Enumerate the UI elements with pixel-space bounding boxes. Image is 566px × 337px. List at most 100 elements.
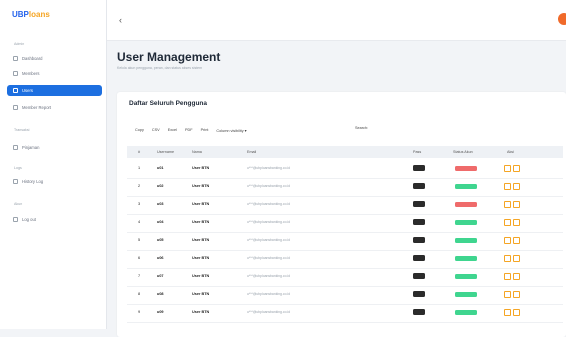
csv-button[interactable]: CSV (152, 128, 160, 133)
row-username: u09 (157, 310, 164, 314)
edit-icon[interactable] (504, 290, 511, 298)
row-name: User BTN (192, 238, 210, 242)
row-email: u***@ubploansbanking.co.id (247, 256, 291, 260)
loan-icon (13, 145, 18, 150)
row-number: 2 (138, 184, 141, 188)
row-email: u***@ubploansbanking.co.id (247, 220, 291, 224)
password-mask (413, 273, 425, 279)
row-email: u***@ubploansbanking.co.id (247, 274, 291, 278)
row-email: u***@ubploansbanking.co.id (247, 184, 291, 188)
column-visibility-button[interactable]: Column visibility ▾ (216, 128, 246, 133)
sidebar: UBPloans Admin Dashboard Members Users M… (0, 0, 107, 329)
status-badge (455, 291, 477, 297)
delete-icon[interactable] (513, 254, 520, 262)
password-mask (413, 165, 425, 171)
delete-icon[interactable] (513, 164, 520, 172)
sidebar-section-admin: Admin (14, 42, 25, 46)
users-card: Daftar Seluruh Pengguna Copy CSV Excel P… (117, 92, 566, 337)
delete-icon[interactable] (513, 272, 520, 280)
sidebar-item-logout[interactable]: Log out (7, 214, 102, 225)
row-name: User BTN (192, 166, 210, 170)
row-name: User BTN (192, 202, 210, 206)
row-number: 5 (138, 238, 141, 242)
print-button[interactable]: Print (201, 128, 209, 133)
delete-icon[interactable] (513, 182, 520, 190)
delete-icon[interactable] (513, 236, 520, 244)
column-header-username[interactable]: Username (157, 150, 174, 154)
table-row: 5 u05 User BTN u***@ubploansbanking.co.id (127, 232, 563, 251)
row-email: u***@ubploansbanking.co.id (247, 292, 291, 296)
avatar[interactable] (558, 13, 566, 25)
row-email: u***@ubploansbanking.co.id (247, 166, 291, 170)
row-number: 4 (138, 220, 141, 224)
status-badge (455, 255, 477, 261)
row-name: User BTN (192, 256, 210, 260)
sidebar-item-pinjaman[interactable]: Pinjaman (7, 142, 102, 153)
sidebar-item-users[interactable]: Users (7, 85, 102, 96)
table-toolbar: Copy CSV Excel PDF Print Column visibili… (135, 128, 247, 133)
search-label: Search: (355, 126, 369, 130)
edit-icon[interactable] (504, 218, 511, 226)
row-number: 3 (138, 202, 141, 206)
row-username: u08 (157, 292, 164, 296)
copy-button[interactable]: Copy (135, 128, 144, 133)
edit-icon[interactable] (504, 164, 511, 172)
sidebar-item-history-log[interactable]: History Log (7, 176, 102, 187)
edit-icon[interactable] (504, 200, 511, 208)
row-email: u***@ubploansbanking.co.id (247, 202, 291, 206)
sidebar-item-members[interactable]: Members (7, 68, 102, 79)
column-header-status[interactable]: Status Akun (453, 150, 473, 154)
password-mask (413, 201, 425, 207)
edit-icon[interactable] (504, 254, 511, 262)
column-header-email[interactable]: Email (247, 150, 256, 154)
table-title: Daftar Seluruh Pengguna (129, 100, 208, 107)
password-mask (413, 237, 425, 243)
row-name: User BTN (192, 220, 210, 224)
edit-icon[interactable] (504, 182, 511, 190)
row-number: 6 (138, 256, 141, 260)
row-email: u***@ubploansbanking.co.id (247, 238, 291, 242)
topbar: ‹ (107, 0, 566, 41)
row-name: User BTN (192, 292, 210, 296)
column-header-pass[interactable]: Pass (413, 150, 421, 154)
status-badge (455, 201, 477, 207)
password-mask (413, 255, 425, 261)
row-username: u04 (157, 220, 164, 224)
status-badge (455, 183, 477, 189)
row-username: u06 (157, 256, 164, 260)
row-username: u02 (157, 184, 164, 188)
column-header-aksi[interactable]: Aksi (507, 150, 514, 154)
password-mask (413, 219, 425, 225)
edit-icon[interactable] (504, 236, 511, 244)
excel-button[interactable]: Excel (168, 128, 177, 133)
table-row: 9 u09 User BTN u***@ubploansbanking.co.id (127, 304, 563, 323)
sidebar-item-dashboard[interactable]: Dashboard (7, 53, 102, 64)
sidebar-section-transaksi: Transaksi (14, 128, 30, 132)
edit-icon[interactable] (504, 308, 511, 316)
delete-icon[interactable] (513, 290, 520, 298)
table-row: 8 u08 User BTN u***@ubploansbanking.co.id (127, 286, 563, 305)
pdf-button[interactable]: PDF (185, 128, 193, 133)
table-row: 6 u06 User BTN u***@ubploansbanking.co.id (127, 250, 563, 269)
edit-icon[interactable] (504, 272, 511, 280)
password-mask (413, 291, 425, 297)
column-header-no[interactable]: # (138, 150, 140, 154)
dashboard-icon (13, 56, 18, 61)
brand-logo[interactable]: UBPloans (12, 10, 50, 19)
members-icon (13, 71, 18, 76)
column-header-nama[interactable]: Nama (192, 150, 202, 154)
menu-icon[interactable]: ‹ (119, 15, 122, 25)
row-name: User BTN (192, 310, 210, 314)
report-icon (13, 105, 18, 110)
sidebar-item-member-report[interactable]: Member Report (7, 102, 102, 113)
table-row: 7 u07 User BTN u***@ubploansbanking.co.id (127, 268, 563, 287)
logout-icon (13, 217, 18, 222)
row-name: User BTN (192, 274, 210, 278)
delete-icon[interactable] (513, 218, 520, 226)
delete-icon[interactable] (513, 200, 520, 208)
row-number: 7 (138, 274, 141, 278)
row-username: u05 (157, 238, 164, 242)
table-row: 1 u01 User BTN u***@ubploansbanking.co.id (127, 160, 563, 179)
delete-icon[interactable] (513, 308, 520, 316)
status-badge (455, 237, 477, 243)
